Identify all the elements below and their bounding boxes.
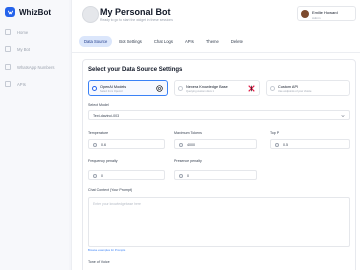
top-p-value: 0.5 bbox=[283, 142, 288, 147]
radio-icon bbox=[178, 86, 183, 91]
model-select[interactable]: Text-davinci-003 bbox=[88, 110, 350, 120]
top-p-input[interactable]: 0.5 bbox=[270, 139, 350, 149]
model-value: Text-davinci-003 bbox=[93, 113, 120, 118]
sidebar-item-label: My Bot bbox=[17, 46, 31, 52]
user-menu[interactable]: Emilie Howard Admin bbox=[297, 6, 356, 21]
tab-data-source[interactable]: Data Source bbox=[79, 36, 113, 47]
circle-icon bbox=[179, 173, 183, 178]
tab-delete[interactable]: Delete bbox=[226, 36, 248, 47]
radio-icon bbox=[270, 86, 275, 91]
source-option-openai[interactable]: OpenAI Models Select from OpenAI bbox=[88, 80, 168, 96]
chat-context-label: Chat Context (Your Prompt) bbox=[88, 188, 133, 192]
chat-context-textarea[interactable]: Enter your knowledgebase here bbox=[88, 197, 350, 247]
sidebar-item-whatsapp-numbers[interactable]: WhatsApp Numbers bbox=[5, 64, 54, 70]
circle-icon bbox=[93, 173, 97, 178]
page-subtitle: Ready to go to start the widget in these… bbox=[100, 18, 173, 22]
circle-icon bbox=[93, 142, 97, 147]
radio-selected-icon bbox=[92, 86, 97, 91]
sidebar-item-label: Home bbox=[17, 29, 29, 35]
sidebar-item-label: APIs bbox=[17, 81, 26, 87]
source-name: Nexera Knowledge Base bbox=[186, 84, 228, 89]
tab-chat-logs[interactable]: Chat Logs bbox=[149, 36, 178, 47]
tab-theme[interactable]: Theme bbox=[201, 36, 224, 47]
source-name: OpenAI Models bbox=[100, 84, 127, 89]
frequency-penalty-label: Frequency penalty bbox=[88, 159, 118, 163]
source-desc: Querying custom docs 1 bbox=[186, 90, 214, 93]
logo-icon bbox=[5, 7, 15, 17]
divider bbox=[72, 52, 360, 53]
presence-penalty-input[interactable]: 0 bbox=[174, 170, 257, 180]
prompt-examples-link[interactable]: Browse examples for Prompts bbox=[88, 248, 125, 252]
temperature-label: Temperature bbox=[88, 131, 109, 135]
user-avatar bbox=[301, 10, 309, 18]
source-option-custom-api[interactable]: Custom API Use endpoints of your choice bbox=[266, 80, 350, 96]
max-tokens-input[interactable]: 4000 bbox=[174, 139, 257, 149]
temperature-value: 0.6 bbox=[101, 142, 106, 147]
source-desc: Use endpoints of your choice bbox=[278, 90, 312, 93]
top-p-label: Top P bbox=[270, 131, 280, 135]
max-tokens-label: Maximum Tokens bbox=[174, 131, 202, 135]
page-title: My Personal Bot bbox=[100, 7, 171, 17]
source-name: Custom API bbox=[278, 84, 299, 89]
sidebar-item-home[interactable]: Home bbox=[5, 29, 28, 35]
main-panel: My Personal Bot Ready to go to start the… bbox=[71, 0, 360, 270]
frequency-penalty-value: 0 bbox=[101, 173, 103, 178]
chat-context-placeholder: Enter your knowledgebase here bbox=[93, 202, 141, 206]
tab-apis[interactable]: APIs bbox=[180, 36, 199, 47]
nexera-logo-icon bbox=[248, 85, 255, 92]
source-desc: Select from OpenAI bbox=[100, 90, 123, 93]
api-icon bbox=[5, 81, 11, 87]
temperature-input[interactable]: 0.6 bbox=[88, 139, 165, 149]
bot-avatar[interactable] bbox=[82, 6, 99, 23]
circle-icon bbox=[179, 142, 183, 147]
tone-of-voice-label: Tone of Voice bbox=[88, 260, 110, 264]
user-name: Emilie Howard bbox=[312, 10, 338, 15]
openai-logo-icon bbox=[156, 85, 163, 92]
tab-bar: Data Source Bot Settings Chat Logs APIs … bbox=[79, 36, 250, 47]
max-tokens-value: 4000 bbox=[187, 142, 195, 147]
user-role: Admin bbox=[312, 15, 321, 20]
bot-icon bbox=[5, 46, 11, 52]
sidebar-item-apis[interactable]: APIs bbox=[5, 81, 26, 87]
brand-logo[interactable]: WhizBot bbox=[5, 7, 51, 17]
presence-penalty-value: 0 bbox=[187, 173, 189, 178]
home-icon bbox=[5, 29, 11, 35]
presence-penalty-label: Presence penalty bbox=[174, 159, 202, 163]
tab-bot-settings[interactable]: Bot Settings bbox=[114, 36, 147, 47]
source-option-nexera[interactable]: Nexera Knowledge Base Querying custom do… bbox=[174, 80, 260, 96]
circle-icon bbox=[275, 142, 279, 147]
brand-name: WhizBot bbox=[19, 7, 51, 17]
chevron-down-icon bbox=[341, 115, 345, 118]
data-source-card: Select your Data Source Settings OpenAI … bbox=[82, 59, 356, 270]
app-root: WhizBot Home My Bot WhatsApp Numbers API… bbox=[0, 0, 360, 270]
phone-icon bbox=[5, 64, 11, 70]
sidebar-item-label: WhatsApp Numbers bbox=[17, 64, 55, 70]
sidebar: WhizBot Home My Bot WhatsApp Numbers API… bbox=[0, 0, 69, 270]
section-title: Select your Data Source Settings bbox=[88, 67, 183, 73]
sidebar-item-my-bot[interactable]: My Bot bbox=[5, 46, 30, 52]
model-label: Select Model bbox=[88, 103, 109, 107]
frequency-penalty-input[interactable]: 0 bbox=[88, 170, 165, 180]
